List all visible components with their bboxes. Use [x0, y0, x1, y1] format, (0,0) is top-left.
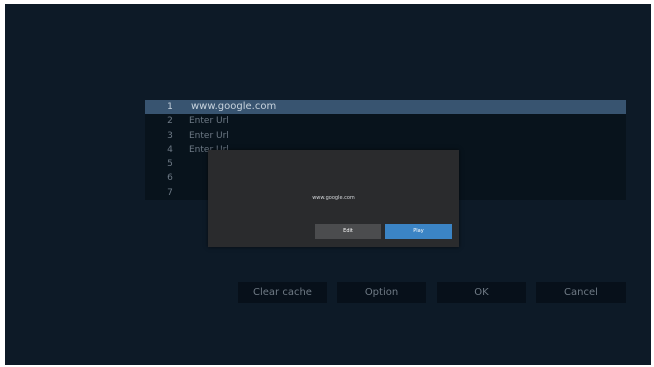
- row-number: 7: [167, 187, 173, 198]
- edit-button[interactable]: Edit: [315, 224, 381, 239]
- row-url: www.google.com: [191, 101, 277, 112]
- row-number: 1: [167, 102, 173, 112]
- play-button[interactable]: Play: [385, 224, 452, 239]
- clear-cache-button[interactable]: Clear cache: [238, 282, 327, 303]
- settings-screen: 1 www.google.com 2 Enter Url 3 Enter Url…: [5, 4, 651, 365]
- row-number: 5: [167, 159, 173, 170]
- url-action-dialog: www.google.com Edit Play: [208, 150, 459, 247]
- url-row-1[interactable]: 1 www.google.com: [145, 100, 626, 115]
- url-row-2[interactable]: 2 Enter Url: [145, 114, 626, 128]
- cancel-button[interactable]: Cancel: [536, 282, 626, 303]
- row-url: Enter Url: [189, 116, 229, 127]
- ok-button[interactable]: OK: [437, 282, 526, 303]
- option-button[interactable]: Option: [337, 282, 426, 303]
- dialog-message: www.google.com: [312, 195, 355, 201]
- row-number: 3: [167, 130, 173, 141]
- row-url: Enter Url: [189, 130, 229, 141]
- url-row-3[interactable]: 3 Enter Url: [145, 129, 626, 143]
- row-number: 4: [167, 144, 173, 155]
- row-number: 2: [167, 116, 173, 127]
- row-number: 6: [167, 173, 173, 184]
